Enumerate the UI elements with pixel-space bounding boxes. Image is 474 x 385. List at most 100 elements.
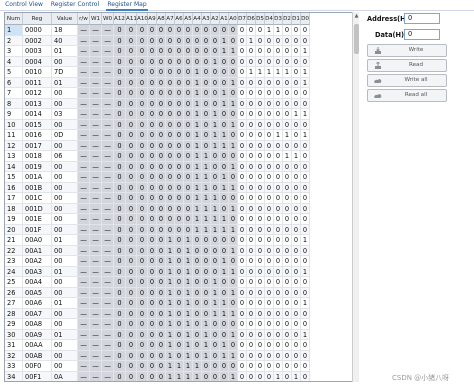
table-row[interactable]: 21 00A0 01— — —0 0 0 0 0 1 0 1 0 0 0 0 0 0 0 0 0 0 0 0 1 <box>5 235 357 246</box>
table-row[interactable]: 1 0000 18— — —0 0 0 0 0 0 0 0 0 0 0 0 0 0 0 0 1 1 0 0 0 <box>5 25 357 36</box>
column-header-d4[interactable]: D4 <box>265 13 274 25</box>
address-input[interactable]: 0 <box>404 13 440 24</box>
data-bit-cell: 0 <box>238 67 247 78</box>
column-header-a6[interactable]: A6 <box>175 13 184 25</box>
table-row[interactable]: 15 001A 00— — —0 0 0 0 0 0 0 0 1 1 0 1 0 0 0 0 0 0 0 0 0 <box>5 172 357 183</box>
column-header-num[interactable]: Num <box>5 13 23 25</box>
address-bit-cell: 1 <box>229 329 238 340</box>
table-row[interactable]: 4 0004 00— — —0 0 0 0 0 0 0 0 0 0 1 0 0 0 0 0 0 0 0 0 0 <box>5 56 357 67</box>
address-bit-cell: 0 <box>137 56 148 67</box>
table-row[interactable]: 16 001B 00— — —0 0 0 0 0 0 0 0 1 1 0 1 1 0 0 0 0 0 0 0 0 <box>5 182 357 193</box>
column-header-a1[interactable]: A1 <box>220 13 229 25</box>
column-header-a3[interactable]: A3 <box>202 13 211 25</box>
data-bit-cell: 0 <box>238 98 247 109</box>
table-row[interactable]: 19 001E 00— — —0 0 0 0 0 0 0 0 1 1 1 1 0 0 0 0 0 0 0 0 0 <box>5 214 357 225</box>
column-header-a9[interactable]: A9 <box>148 13 157 25</box>
data-bit-cell: 1 <box>292 151 301 162</box>
table-row[interactable]: 34 00F1 0A — — —0 0 0 0 0 1 1 1 1 0 0 0 1 0 0 0 0 1 0 1 0 <box>5 371 357 381</box>
table-row[interactable]: 17 001C 00— — —0 0 0 0 0 0 0 0 1 1 1 0 0 0 0 0 0 0 0 0 0 <box>5 193 357 204</box>
rw-cell: — <box>78 172 90 183</box>
column-header-w0[interactable]: W0 <box>102 13 114 25</box>
table-row[interactable]: 5 0010 7D — — —0 0 0 0 0 0 0 0 1 0 0 0 0 0 1 1 1 1 1 0 1 <box>5 67 357 78</box>
column-header-a7[interactable]: A7 <box>166 13 175 25</box>
table-row[interactable]: 2 0002 40— — —0 0 0 0 0 0 0 0 0 0 0 1 0 0 1 0 0 0 0 0 0 <box>5 35 357 46</box>
table-row[interactable]: 11 0016 0D — — —0 0 0 0 0 0 0 0 1 0 1 1 0 0 0 0 0 1 1 0 1 <box>5 130 357 141</box>
table-row[interactable]: 13 0018 06— — —0 0 0 0 0 0 0 0 1 1 0 0 0 0 0 0 0 0 1 1 0 <box>5 151 357 162</box>
column-header-w1[interactable]: W1 <box>90 13 102 25</box>
column-header-d3[interactable]: D3 <box>274 13 283 25</box>
address-bit-cell: 0 <box>220 151 229 162</box>
column-header-rw[interactable]: r/w <box>78 13 90 25</box>
rw-cell: — <box>102 287 114 298</box>
column-header-a12[interactable]: A12 <box>114 13 126 25</box>
read-button[interactable]: Read <box>367 59 447 72</box>
data-bit-cell: 0 <box>238 287 247 298</box>
tab-control-view[interactable]: Control View <box>4 0 44 11</box>
table-row[interactable]: 9 0014 03— — —0 0 0 0 0 0 0 0 1 0 1 0 0 0 0 0 0 0 0 1 1 <box>5 109 357 120</box>
table-row[interactable]: 26 00A5 00— — —0 0 0 0 0 1 0 1 0 0 1 0 1 0 0 0 0 0 0 0 0 <box>5 287 357 298</box>
address-bit-cell: 0 <box>184 35 193 46</box>
table-row[interactable]: 28 00A7 00— — —0 0 0 0 0 1 0 1 0 0 1 1 1 0 0 0 0 0 0 0 0 <box>5 308 357 319</box>
column-header-a0[interactable]: A0 <box>229 13 238 25</box>
table-row[interactable]: 14 0019 00— — —0 0 0 0 0 0 0 0 1 1 0 0 1 0 0 0 0 0 0 0 0 <box>5 161 357 172</box>
tab-register-control[interactable]: Register Control <box>50 0 100 11</box>
column-header-a4[interactable]: A4 <box>193 13 202 25</box>
table-row[interactable]: 18 001D 00— — —0 0 0 0 0 0 0 0 1 1 1 0 1 0 0 0 0 0 0 0 0 <box>5 203 357 214</box>
scroll-thumb[interactable] <box>354 24 359 54</box>
address-bit-cell: 0 <box>148 130 157 141</box>
column-header-a8[interactable]: A8 <box>157 13 166 25</box>
column-header-a2[interactable]: A2 <box>211 13 220 25</box>
column-header-d5[interactable]: D5 <box>256 13 265 25</box>
address-bit-cell: 1 <box>193 182 202 193</box>
write-button[interactable]: Write <box>367 44 447 57</box>
table-row[interactable]: 29 00A8 00— — —0 0 0 0 0 1 0 1 0 1 0 0 0 0 0 0 0 0 0 0 0 <box>5 319 357 330</box>
column-header-a5[interactable]: A5 <box>184 13 193 25</box>
column-header-reg[interactable]: Reg <box>23 13 52 25</box>
data-input[interactable]: 0 <box>404 29 440 40</box>
column-header-d0[interactable]: D0 <box>301 13 310 25</box>
column-header-d6[interactable]: D6 <box>247 13 256 25</box>
table-row[interactable]: 10 0015 00— — —0 0 0 0 0 0 0 0 1 0 1 0 1 0 0 0 0 0 0 0 0 <box>5 119 357 130</box>
vertical-scrollbar[interactable]: ▲ <box>352 12 359 382</box>
tab-register-map[interactable]: Register Map <box>106 0 148 11</box>
address-bit-cell: 0 <box>211 151 220 162</box>
table-row[interactable]: 12 0017 00— — —0 0 0 0 0 0 0 0 1 0 1 1 1 0 0 0 0 0 0 0 0 <box>5 140 357 151</box>
table-row[interactable]: 31 00AA 00— — —0 0 0 0 0 1 0 1 0 1 0 1 0 0 0 0 0 0 0 0 0 <box>5 340 357 351</box>
rw-cell: — <box>90 130 102 141</box>
address-bit-cell: 0 <box>202 371 211 381</box>
table-row[interactable]: 20 001F 00— — —0 0 0 0 0 0 0 0 1 1 1 1 1 0 0 0 0 0 0 0 0 <box>5 224 357 235</box>
table-row[interactable]: 7 0012 00— — —0 0 0 0 0 0 0 0 1 0 0 1 0 0 0 0 0 0 0 0 0 <box>5 88 357 99</box>
table-row[interactable]: 32 00AB 00— — —0 0 0 0 0 1 0 1 0 1 0 1 1 0 0 0 0 0 0 0 0 <box>5 350 357 361</box>
address-bit-cell: 0 <box>193 340 202 351</box>
write-all-button[interactable]: Write all <box>367 74 447 87</box>
column-header-d7[interactable]: D7 <box>238 13 247 25</box>
column-header-a11[interactable]: A11 <box>126 13 137 25</box>
table-row[interactable]: 30 00A9 01— — —0 0 0 0 0 1 0 1 0 1 0 0 1 0 0 0 0 0 0 0 1 <box>5 329 357 340</box>
table-row[interactable]: 27 00A6 01— — —0 0 0 0 0 1 0 1 0 0 1 1 0 0 0 0 0 0 0 0 1 <box>5 298 357 309</box>
value-cell: 00 <box>52 245 78 256</box>
address-bit-cell: 0 <box>137 193 148 204</box>
address-bit-cell: 0 <box>157 193 166 204</box>
column-header-d1[interactable]: D1 <box>292 13 301 25</box>
column-header-d2[interactable]: D2 <box>283 13 292 25</box>
rw-cell: — <box>102 224 114 235</box>
table-row[interactable]: 8 0013 00— — —0 0 0 0 0 0 0 0 1 0 0 1 1 0 0 0 0 0 0 0 0 <box>5 98 357 109</box>
data-bit-cell: 0 <box>247 214 256 225</box>
data-bit-cell: 0 <box>238 109 247 120</box>
table-row[interactable]: 22 00A1 00— — —0 0 0 0 0 1 0 1 0 0 0 0 1 0 0 0 0 0 0 0 0 <box>5 245 357 256</box>
table-row[interactable]: 24 00A3 01— — —0 0 0 0 0 1 0 1 0 0 0 1 1 0 0 0 0 0 0 0 1 <box>5 266 357 277</box>
num-cell: 5 <box>5 67 23 78</box>
address-bit-cell: 0 <box>193 245 202 256</box>
address-bit-cell: 0 <box>114 350 126 361</box>
table-row[interactable]: 23 00A2 00— — —0 0 0 0 0 1 0 1 0 0 0 1 0 0 0 0 0 0 0 0 0 <box>5 256 357 267</box>
scroll-up-icon[interactable]: ▲ <box>353 12 360 20</box>
table-row[interactable]: 33 00F0 00— — —0 0 0 0 0 1 1 1 1 0 0 0 0 0 0 0 0 0 0 0 0 <box>5 361 357 372</box>
column-header-a10[interactable]: A10 <box>137 13 148 25</box>
table-row[interactable]: 3 0003 01— — —0 0 0 0 0 0 0 0 0 0 0 1 1 0 0 0 0 0 0 0 1 <box>5 46 357 57</box>
table-row[interactable]: 6 0011 01— — —0 0 0 0 0 0 0 0 1 0 0 0 1 0 0 0 0 0 0 0 1 <box>5 77 357 88</box>
read-all-button[interactable]: Read all <box>367 89 447 102</box>
table-row[interactable]: 25 00A4 00— — —0 0 0 0 0 1 0 1 0 0 1 0 0 0 0 0 0 0 0 0 0 <box>5 277 357 288</box>
column-header-value[interactable]: Value <box>52 13 78 25</box>
data-bit-cell: 0 <box>274 56 283 67</box>
value-cell: 01 <box>52 298 78 309</box>
